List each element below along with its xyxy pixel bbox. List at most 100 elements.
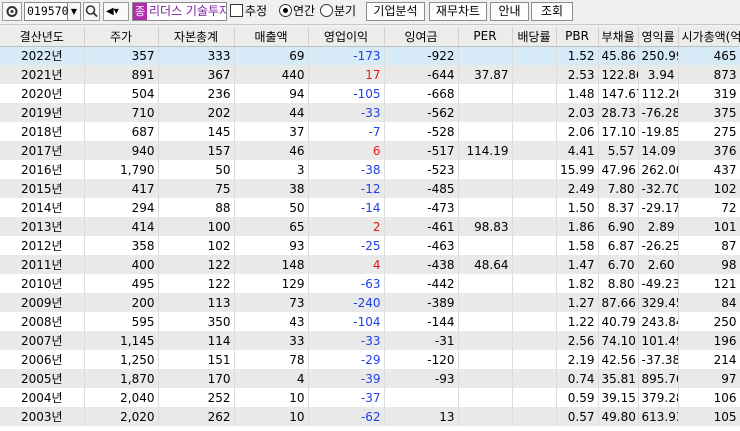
- financial-chart-button[interactable]: 재무차트: [429, 2, 487, 21]
- col-header[interactable]: 자본총계: [158, 27, 235, 47]
- financial-table[interactable]: 결산년도 주가 자본총계 매출액 영업이익 잉여금 PER 배당률 PBR 부채…: [0, 27, 740, 431]
- table-cell: [512, 217, 557, 236]
- table-row[interactable]: 2022년35733369-173-922 1.5245.86250.99465: [0, 46, 740, 65]
- table-row[interactable]: 2006년 1,250 151 78 -29 -120 2.19 42.56 -37.38 214: [0, 350, 740, 369]
- table-cell: 1.86: [556, 217, 599, 236]
- col-header[interactable]: PER: [458, 27, 513, 47]
- table-cell: 101: [678, 217, 740, 236]
- table-cell: 275: [678, 122, 740, 141]
- table-row[interactable]: 2010년 495 122 129 -63 -442 1.82 8.80 -49.23 121: [0, 274, 740, 293]
- company-analysis-button[interactable]: 기업분석: [366, 2, 425, 21]
- table-cell: 87: [678, 236, 740, 255]
- table-row[interactable]: 2019년 710 202 44 -33 -562 2.03 28.73 -76.28 375: [0, 103, 740, 122]
- stock-code-input[interactable]: 019570: [24, 2, 69, 21]
- table-cell: 250.99: [638, 46, 679, 65]
- table-row[interactable]: 2004년2,04025210-37 0.5939.15379.28106: [0, 388, 740, 407]
- table-cell: [458, 84, 513, 103]
- table-row[interactable]: 2003년2,02026210-6213 0.5749.80613.93105: [0, 407, 740, 426]
- col-header[interactable]: 영업이익: [308, 27, 385, 47]
- stock-name-label: 리더스 기술투자: [149, 4, 227, 18]
- table-cell: 2: [308, 217, 385, 236]
- table-cell: 73: [234, 293, 309, 312]
- table-cell: 1.47: [556, 255, 599, 274]
- table-cell: 101.49: [638, 331, 679, 350]
- table-row[interactable]: 2018년 687 145 37 -7 -528 2.06 17.10 -19.85 275: [0, 122, 740, 141]
- table-row[interactable]: 2016년1,790503-38-523 15.9947.96262.00437: [0, 160, 740, 179]
- table-cell: 2.56: [556, 331, 599, 350]
- table-cell: 114: [158, 331, 235, 350]
- table-cell: -63: [308, 274, 385, 293]
- table-row[interactable]: 2017년 940 157 46 6 -517 114.19 4.41 5.57 14.09 376: [0, 141, 740, 160]
- table-cell: 236: [158, 84, 235, 103]
- speaker-icon[interactable]: ◀▾: [103, 2, 129, 21]
- search-button[interactable]: 조회: [531, 2, 573, 21]
- table-cell: 74.10: [598, 331, 639, 350]
- table-cell: [458, 103, 513, 122]
- table-cell: 75: [158, 179, 235, 198]
- table-row[interactable]: 2012년 358 102 93 -25 -463 1.58 6.87 -26.25 87: [0, 236, 740, 255]
- table-cell: 376: [678, 141, 740, 160]
- table-cell: [512, 293, 557, 312]
- table-cell: 319: [678, 84, 740, 103]
- table-cell: [512, 255, 557, 274]
- table-cell: 414: [84, 217, 159, 236]
- table-cell: [458, 407, 513, 426]
- table-cell: 84: [678, 293, 740, 312]
- table-cell: 50: [234, 198, 309, 217]
- table-cell: -12: [308, 179, 385, 198]
- table-cell: 2.60: [638, 255, 679, 274]
- table-cell: 47.96: [598, 160, 639, 179]
- col-header[interactable]: 배당률: [512, 27, 557, 47]
- table-row[interactable]: 2011년 400 122 148 4 -438 48.64 1.47 6.70 2.60 98: [0, 255, 740, 274]
- table-row[interactable]: 2014년 294 88 50 -14 -473 1.50 8.37 -29.17 72: [0, 198, 740, 217]
- table-cell: [512, 312, 557, 331]
- table-cell: [458, 46, 513, 65]
- table-cell: 1.52: [556, 46, 599, 65]
- stock-name-field[interactable]: 종 리더스 기술투자: [132, 2, 227, 21]
- market-tag: 종: [133, 3, 147, 20]
- settings-icon[interactable]: [2, 2, 22, 21]
- radio-quarterly[interactable]: 분기: [320, 2, 362, 21]
- table-row[interactable]: 2007년1,14511433-33-31 2.5674.10101.49196: [0, 331, 740, 350]
- table-cell: [512, 407, 557, 426]
- table-cell: 148: [234, 255, 309, 274]
- table-cell: 8.37: [598, 198, 639, 217]
- table-cell: 39.15: [598, 388, 639, 407]
- table-cell: 10: [234, 407, 309, 426]
- col-header[interactable]: 부채율: [598, 27, 639, 47]
- table-cell: 38: [234, 179, 309, 198]
- col-header[interactable]: 주가: [84, 27, 159, 47]
- table-cell: 35.81: [598, 369, 639, 388]
- estimate-checkbox[interactable]: 추정: [230, 2, 272, 21]
- table-cell: 4.41: [556, 141, 599, 160]
- table-cell: -389: [384, 293, 459, 312]
- col-header[interactable]: 결산년도: [0, 27, 85, 47]
- table-row[interactable]: 2009년20011373-240-389 1.2787.66329.4584: [0, 293, 740, 312]
- table-cell: 2003년: [0, 407, 85, 426]
- col-header[interactable]: 잉여금: [384, 27, 459, 47]
- radio-annual[interactable]: 연간: [279, 2, 325, 21]
- col-header[interactable]: 매출액: [234, 27, 309, 47]
- table-cell: 33: [234, 331, 309, 350]
- table-cell: 1,790: [84, 160, 159, 179]
- table-cell: 4: [234, 369, 309, 388]
- chevron-down-icon[interactable]: ▼: [68, 2, 81, 21]
- table-cell: -39: [308, 369, 385, 388]
- table-cell: -93: [384, 369, 459, 388]
- table-row[interactable]: 2005년1,8701704-39-93 0.7435.81895.7697: [0, 369, 740, 388]
- table-row[interactable]: 2020년50423694-105-668 1.48147.67112.20319: [0, 84, 740, 103]
- table-cell: 13: [384, 407, 459, 426]
- table-cell: 2.06: [556, 122, 599, 141]
- table-row[interactable]: 2021년89136744017-64437.87 2.53122.863.948…: [0, 65, 740, 84]
- table-row[interactable]: 2008년59535043-104-144 1.2240.79243.84250: [0, 312, 740, 331]
- col-header[interactable]: 영익률: [638, 27, 679, 47]
- table-row[interactable]: 2013년 414 100 65 2 -461 98.83 1.86 6.90 2.89 101: [0, 217, 740, 236]
- table-cell: [458, 388, 513, 407]
- guide-button[interactable]: 안내: [490, 2, 529, 21]
- col-header[interactable]: PBR: [556, 27, 599, 47]
- search-icon[interactable]: [83, 2, 100, 21]
- table-cell: -38: [308, 160, 385, 179]
- table-cell: 14.09: [638, 141, 679, 160]
- table-row[interactable]: 2015년 417 75 38 -12 -485 2.49 7.80 -32.70 102: [0, 179, 740, 198]
- col-header[interactable]: 시가총액(억): [678, 27, 740, 47]
